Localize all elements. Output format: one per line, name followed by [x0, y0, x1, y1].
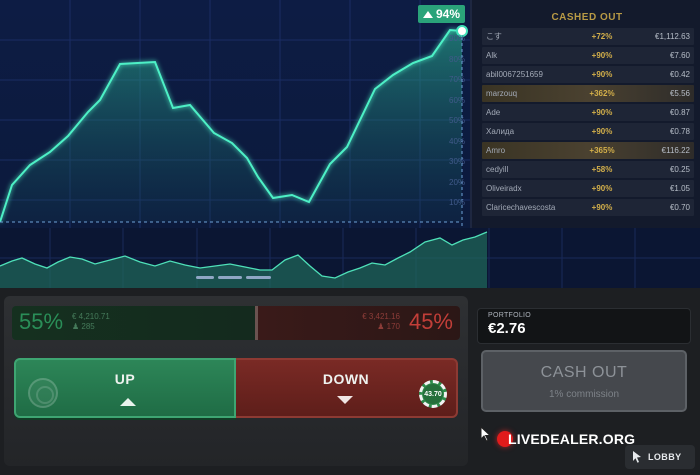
cashed-out-player: Alk	[486, 51, 498, 60]
down-button[interactable]: DOWN 43.70	[236, 358, 458, 418]
cashed-out-multiplier: +90%	[591, 127, 613, 136]
cashed-out-player: Ade	[486, 108, 501, 117]
arrow-down-icon	[337, 396, 353, 404]
portfolio-value: €2.76	[488, 320, 526, 337]
cashed-out-amount: €116.22	[661, 146, 690, 155]
cashed-out-panel: CASHED OUT こす +72% €1,112.63 Alk +90% €7.60 ab…	[470, 0, 700, 228]
cashed-out-row: abil0067251659 +90% €0.42	[482, 66, 694, 83]
cashed-out-amount: €1.05	[669, 184, 690, 193]
cashed-out-player: marzouq	[486, 89, 518, 98]
ratio-down-side: € 3,421.16 ♟ 170 45%	[258, 306, 460, 340]
cashed-out-amount: €5.56	[669, 89, 690, 98]
lobby-button[interactable]: LOBBY	[625, 445, 695, 469]
cashed-out-row: Ade +90% €0.87	[482, 104, 694, 121]
y-tick-20: 20%	[449, 178, 465, 187]
cash-out-label: CASH OUT	[540, 364, 628, 381]
y-tick-30: 30%	[449, 157, 465, 166]
bet-panel: 55% € 4,210.71 ♟ 285 € 3,421.16 ♟ 170 45…	[4, 296, 468, 466]
control-panel: 55% € 4,210.71 ♟ 285 € 3,421.16 ♟ 170 45…	[0, 288, 700, 475]
cashed-out-row: marzouq +362% €5.56	[482, 85, 694, 102]
up-button[interactable]: UP	[14, 358, 236, 418]
history-scroll-handle[interactable]	[196, 276, 271, 280]
bet-chip[interactable]: 43.70	[419, 380, 447, 408]
down-stats: € 3,421.16 ♟ 170	[362, 312, 400, 332]
user-icon: ♟	[72, 322, 80, 331]
lobby-label: LOBBY	[648, 452, 682, 462]
cashed-out-player: こす	[486, 32, 502, 41]
cashed-out-player: abil0067251659	[486, 70, 543, 79]
cashed-out-player: Amro	[486, 146, 506, 155]
up-players: 285	[81, 322, 95, 331]
up-percent: 55%	[19, 309, 64, 334]
y-tick-80: 80%	[449, 55, 465, 64]
cashed-out-row: Oliveiradx +90% €1.05	[482, 180, 694, 197]
cashed-out-amount: €0.70	[669, 203, 690, 212]
cashed-out-row: こす +72% €1,112.63	[482, 28, 694, 45]
current-percent-value: 94%	[436, 7, 461, 21]
cashed-out-player: Халида	[486, 127, 515, 136]
portfolio-box: PORTFOLIO €2.76	[477, 308, 691, 344]
y-tick-10: 10%	[449, 198, 465, 207]
price-chart-svg: 90% 80% 70% 60% 50% 40% 30% 20% 10%	[0, 0, 470, 228]
livedealer-logo: LIVEDEALER.ORG	[497, 428, 635, 450]
current-percent-badge: 94%	[418, 5, 466, 23]
cashed-out-multiplier: +72%	[591, 32, 613, 41]
cashed-out-player: Oliveiradx	[486, 184, 522, 193]
lobby-arrow-icon	[633, 451, 641, 463]
ratio-up-side: 55% € 4,210.71 ♟ 285	[12, 306, 259, 340]
down-players-row: ♟ 170	[362, 322, 400, 332]
cash-out-commission: 1% commission	[548, 389, 620, 400]
up-button-label: UP	[114, 371, 136, 387]
cashed-out-amount: €0.87	[669, 108, 690, 117]
y-tick-40: 40%	[449, 137, 465, 146]
logo-text: LIVEDEALER.ORG	[508, 431, 636, 447]
cashed-out-row: Claricechavescosta +90% €0.70	[482, 199, 694, 216]
cashed-out-multiplier: +90%	[591, 70, 613, 79]
y-tick-70: 70%	[449, 75, 465, 84]
up-stats: € 4,210.71 ♟ 285	[72, 312, 110, 332]
price-chart: 90% 80% 70% 60% 50% 40% 30% 20% 10% 94%	[0, 0, 470, 228]
cashed-out-multiplier: +58%	[591, 165, 613, 174]
cashed-out-amount: €0.42	[669, 70, 690, 79]
mouse-cursor-icon	[480, 426, 492, 442]
chart-area-fill	[0, 30, 462, 222]
cashed-out-list: こす +72% €1,112.63 Alk +90% €7.60 abil006725165…	[482, 28, 694, 218]
bet-chip-value: 43.70	[423, 384, 443, 404]
cashed-out-amount: €0.25	[669, 165, 690, 174]
down-amount: € 3,421.16	[362, 312, 400, 321]
cashed-out-multiplier: +90%	[591, 51, 613, 60]
cashed-out-multiplier: +90%	[591, 108, 613, 117]
arrow-up-icon	[120, 398, 136, 406]
up-players-row: ♟ 285	[72, 322, 110, 332]
y-tick-90: 90%	[449, 34, 465, 43]
down-percent: 45%	[408, 309, 453, 334]
portfolio-label: PORTFOLIO	[488, 312, 532, 319]
arrow-up-icon	[423, 10, 433, 18]
y-axis-ticks: 90% 80% 70% 60% 50% 40% 30% 20% 10%	[449, 34, 465, 207]
cashed-out-multiplier: +362%	[589, 89, 615, 98]
cash-out-button[interactable]: CASH OUT 1% commission	[481, 350, 687, 412]
history-mini-chart-svg	[0, 228, 700, 288]
up-amount: € 4,210.71	[72, 312, 110, 321]
history-mini-chart[interactable]	[0, 228, 700, 288]
cashed-out-title: CASHED OUT	[551, 12, 623, 23]
cashed-out-row: Amro +365% €116.22	[482, 142, 694, 159]
cashed-out-row: cedyill +58% €0.25	[482, 161, 694, 178]
cashed-out-player: Claricechavescosta	[486, 203, 556, 212]
y-tick-50: 50%	[449, 116, 465, 125]
cashed-out-amount: €1,112.63	[655, 32, 690, 41]
cashed-out-player: cedyill	[486, 165, 509, 174]
cashed-out-row: Халида +90% €0.78	[482, 123, 694, 140]
bet-ratio-bar: 55% € 4,210.71 ♟ 285 € 3,421.16 ♟ 170 45…	[12, 306, 460, 340]
cashed-out-amount: €7.60	[669, 51, 690, 60]
cashed-out-multiplier: +90%	[591, 184, 613, 193]
user-icon: ♟	[377, 322, 385, 331]
cashed-out-amount: €0.78	[669, 127, 690, 136]
y-tick-60: 60%	[449, 96, 465, 105]
cashed-out-multiplier: +365%	[589, 146, 615, 155]
cashed-out-row: Alk +90% €7.60	[482, 47, 694, 64]
down-players: 170	[386, 322, 400, 331]
cashed-out-multiplier: +90%	[591, 203, 613, 212]
